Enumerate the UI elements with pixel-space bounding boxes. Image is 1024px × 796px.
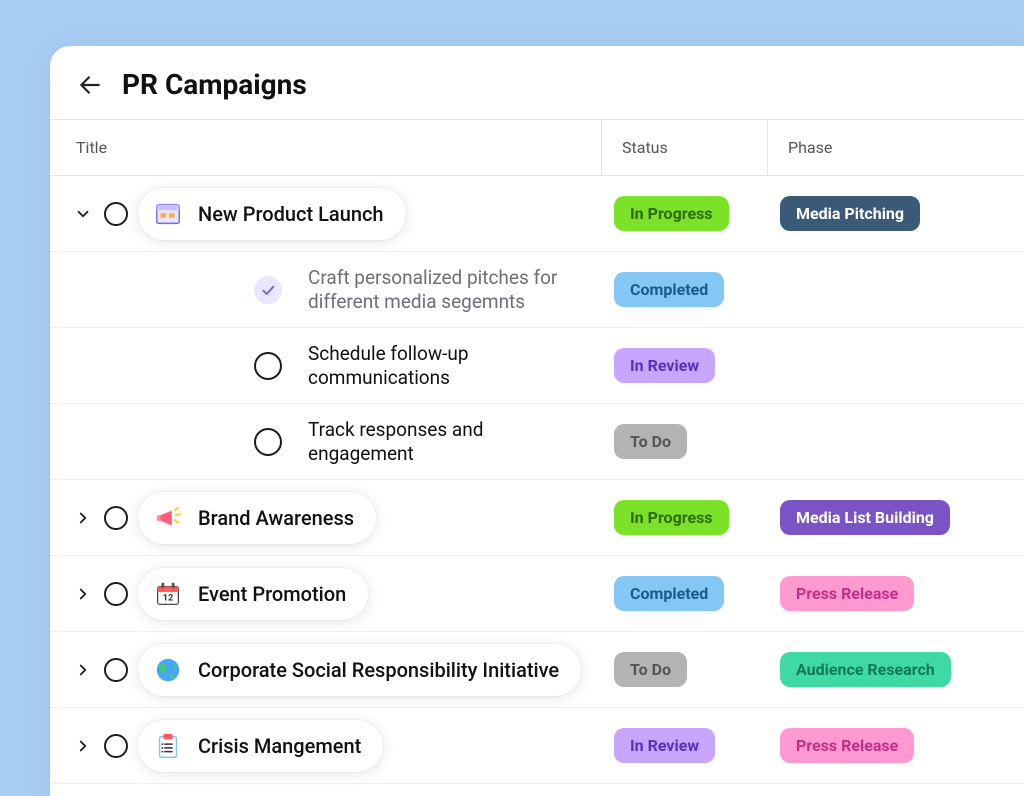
status-badge[interactable]: In Progress bbox=[614, 196, 729, 231]
subtask-label: Schedule follow-up communications bbox=[292, 342, 588, 390]
subtask-label: Track responses and engagement bbox=[292, 418, 588, 466]
subtask-row[interactable]: Track responses and engagement To Do bbox=[50, 404, 1024, 480]
arrow-left-icon bbox=[77, 72, 103, 98]
column-headers: Title Status Phase bbox=[50, 119, 1024, 176]
column-header-title[interactable]: Title bbox=[50, 120, 602, 175]
app-window: PR Campaigns Title Status Phase New Prod… bbox=[50, 46, 1024, 796]
phase-badge[interactable]: Media Pitching bbox=[780, 196, 920, 231]
campaign-label: Corporate Social Responsibility Initiati… bbox=[198, 658, 559, 682]
campaign-label: Brand Awareness bbox=[198, 506, 354, 530]
phase-badge[interactable]: Media List Building bbox=[780, 500, 950, 535]
chevron-down-icon bbox=[74, 205, 92, 223]
page-title: PR Campaigns bbox=[122, 68, 307, 101]
chevron-right-icon bbox=[74, 509, 92, 527]
campaign-label: Event Promotion bbox=[198, 582, 346, 606]
campaign-list: New Product Launch In Progress Media Pit… bbox=[50, 176, 1024, 784]
select-radio[interactable] bbox=[104, 658, 128, 682]
select-radio[interactable] bbox=[104, 202, 128, 226]
campaign-row[interactable]: Brand Awareness In Progress Media List B… bbox=[50, 480, 1024, 556]
chevron-right-icon bbox=[74, 585, 92, 603]
campaign-pill[interactable]: New Product Launch bbox=[138, 188, 406, 240]
select-radio[interactable] bbox=[104, 734, 128, 758]
subtask-checkbox[interactable] bbox=[254, 428, 282, 456]
column-header-status[interactable]: Status bbox=[602, 120, 768, 175]
clipboard-icon bbox=[152, 730, 184, 762]
select-radio[interactable] bbox=[104, 506, 128, 530]
campaign-row[interactable]: Corporate Social Responsibility Initiati… bbox=[50, 632, 1024, 708]
status-badge[interactable]: To Do bbox=[614, 424, 687, 459]
status-badge[interactable]: Completed bbox=[614, 576, 724, 611]
campaign-pill[interactable]: Crisis Mangement bbox=[138, 720, 383, 772]
campaign-pill[interactable]: 12 Event Promotion bbox=[138, 568, 368, 620]
subtask-row[interactable]: Schedule follow-up communications In Rev… bbox=[50, 328, 1024, 404]
chevron-right-icon bbox=[74, 737, 92, 755]
status-badge[interactable]: To Do bbox=[614, 652, 687, 687]
expand-toggle[interactable] bbox=[72, 507, 94, 529]
calendar-icon: 12 bbox=[152, 578, 184, 610]
status-badge[interactable]: Completed bbox=[614, 272, 724, 307]
page-header: PR Campaigns bbox=[50, 46, 1024, 119]
expand-toggle[interactable] bbox=[72, 203, 94, 225]
back-button[interactable] bbox=[76, 71, 104, 99]
campaign-label: New Product Launch bbox=[198, 202, 384, 226]
campaign-pill[interactable]: Brand Awareness bbox=[138, 492, 376, 544]
phase-badge[interactable]: Press Release bbox=[780, 576, 914, 611]
phase-badge[interactable]: Audience Research bbox=[780, 652, 951, 687]
expand-toggle[interactable] bbox=[72, 659, 94, 681]
expand-toggle[interactable] bbox=[72, 583, 94, 605]
status-badge[interactable]: In Review bbox=[614, 728, 715, 763]
subtask-checkbox[interactable] bbox=[254, 352, 282, 380]
campaign-row[interactable]: New Product Launch In Progress Media Pit… bbox=[50, 176, 1024, 252]
campaign-row[interactable]: 12 Event Promotion Completed Press Relea… bbox=[50, 556, 1024, 632]
globe-icon bbox=[152, 654, 184, 686]
subtask-checkbox[interactable] bbox=[254, 276, 282, 304]
svg-text:12: 12 bbox=[163, 592, 174, 603]
campaign-pill[interactable]: Corporate Social Responsibility Initiati… bbox=[138, 644, 581, 696]
status-badge[interactable]: In Progress bbox=[614, 500, 729, 535]
subtask-row[interactable]: Craft personalized pitches for different… bbox=[50, 252, 1024, 328]
megaphone-icon bbox=[152, 502, 184, 534]
chevron-right-icon bbox=[74, 661, 92, 679]
expand-toggle[interactable] bbox=[72, 735, 94, 757]
subtask-label: Craft personalized pitches for different… bbox=[292, 266, 588, 314]
select-radio[interactable] bbox=[104, 582, 128, 606]
browser-window-icon bbox=[152, 198, 184, 230]
status-badge[interactable]: In Review bbox=[614, 348, 715, 383]
check-icon bbox=[260, 282, 276, 298]
phase-badge[interactable]: Press Release bbox=[780, 728, 914, 763]
column-header-phase[interactable]: Phase bbox=[768, 120, 1024, 175]
campaign-label: Crisis Mangement bbox=[198, 734, 361, 758]
campaign-row[interactable]: Crisis Mangement In Review Press Release bbox=[50, 708, 1024, 784]
